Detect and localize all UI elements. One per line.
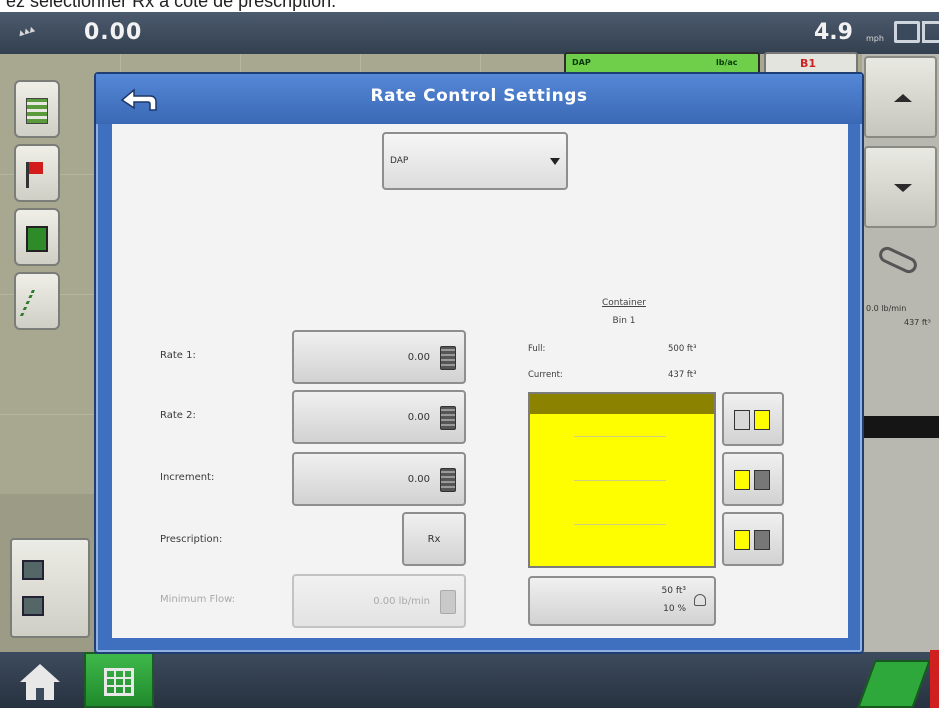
home-icon[interactable] [14, 660, 66, 704]
device-status-icon[interactable] [922, 21, 939, 43]
bin-icon [22, 596, 44, 616]
bin-level-icon [734, 470, 750, 490]
map-view-button[interactable] [14, 208, 60, 266]
bin-full-icon [734, 530, 750, 550]
product-tab-label: DAP [572, 58, 591, 67]
increment-label: Increment: [160, 472, 215, 483]
caption-text: ez sélectionner Rx à côté de prescriptio… [6, 0, 337, 11]
calculator-icon [440, 468, 456, 492]
rate-1-field[interactable]: 0.00 [292, 330, 466, 384]
product-tab-unit: lb/ac [716, 58, 738, 67]
legend-icon [26, 98, 48, 124]
rate-1-value: 0.00 [407, 352, 430, 363]
fill-bin-button[interactable] [722, 392, 784, 446]
run-screen-button[interactable] [84, 652, 154, 708]
alert-icon: B1 [800, 57, 817, 70]
right-panel [862, 54, 939, 654]
empty-arrow-icon [754, 530, 770, 550]
dialog-header: Rate Control Settings [96, 74, 862, 124]
dialog-title: Rate Control Settings [370, 86, 588, 106]
gps-signal-icon: ▴▴▴ [16, 21, 37, 40]
tank-level-graphic [528, 392, 716, 568]
dialog-body: DAP Rate 1: 0.00 Rate 2: 0.00 Increment:… [112, 124, 848, 638]
guidance-button[interactable] [14, 272, 60, 330]
full-value: 500 ft³ [668, 344, 697, 354]
flag-icon [26, 162, 48, 188]
product-select[interactable]: DAP [382, 132, 568, 190]
speed-readout: 4.9 [814, 20, 853, 45]
calculator-icon [440, 406, 456, 430]
rx-button-label: Rx [427, 534, 441, 545]
calculator-icon [440, 346, 456, 370]
side-bar-strip [862, 416, 939, 438]
grid-icon [104, 668, 134, 696]
legend-button[interactable] [14, 80, 60, 138]
set-bin-level-button[interactable] [722, 452, 784, 506]
full-label: Full: [528, 344, 546, 354]
calculator-icon [754, 470, 770, 490]
rx-button[interactable]: Rx [402, 512, 466, 566]
bin-name: Bin 1 [612, 316, 636, 326]
level-alarm-button[interactable]: 50 ft³ 10 % [528, 576, 716, 626]
empty-bin-button[interactable] [722, 512, 784, 566]
top-status-bar: ▴▴▴ 0.00 4.9 mph [0, 12, 939, 54]
rate-2-field[interactable]: 0.00 [292, 390, 466, 444]
prescription-label: Prescription: [160, 534, 223, 545]
speed-unit: mph [866, 34, 884, 43]
arrow-down-icon [894, 184, 912, 192]
area-readout: 0.00 [84, 20, 143, 45]
dropdown-arrow-icon [550, 158, 560, 165]
side-rate-readout: 0.0 lb/min [866, 304, 907, 313]
level-volume: 50 ft³ [661, 586, 686, 596]
current-value: 437 ft³ [668, 370, 697, 380]
rate-2-value: 0.00 [407, 412, 430, 423]
bottom-bar [0, 652, 939, 708]
display-status-icon[interactable] [894, 21, 920, 43]
guidance-icon [19, 290, 55, 316]
map-view-icon [26, 226, 48, 252]
tank-headspace [530, 394, 714, 414]
minimum-flow-field: 0.00 lb/min [292, 574, 466, 628]
level-percent: 10 % [663, 604, 686, 614]
rate-2-label: Rate 2: [160, 410, 196, 421]
scroll-down-button[interactable] [864, 146, 937, 228]
scroll-up-button[interactable] [864, 56, 937, 138]
instruction-caption: ez sélectionner Rx à côté de prescriptio… [0, 0, 939, 12]
flag-button[interactable] [14, 144, 60, 202]
current-label: Current: [528, 370, 563, 380]
arrow-up-icon [894, 94, 912, 102]
side-volume-readout: 437 ft³ [904, 318, 931, 327]
increment-field[interactable]: 0.00 [292, 452, 466, 506]
rate-control-dialog: Rate Control Settings DAP Rate 1: 0.00 R… [94, 72, 864, 654]
fill-arrow-icon [754, 410, 770, 430]
product-select-value: DAP [390, 156, 409, 166]
calculator-icon [440, 590, 456, 614]
alert-strip [930, 650, 939, 708]
rate-1-label: Rate 1: [160, 350, 196, 361]
implement-status-panel[interactable] [10, 538, 90, 638]
minimum-flow-label: Minimum Flow: [160, 594, 236, 605]
increment-value: 0.00 [407, 474, 430, 485]
left-toolbar [0, 54, 60, 404]
minimum-flow-value: 0.00 lb/min [373, 596, 430, 607]
container-heading: Container [602, 298, 646, 308]
alarm-bell-icon [694, 594, 706, 606]
bin-empty-icon [734, 410, 750, 430]
seeder-icon [22, 560, 44, 580]
